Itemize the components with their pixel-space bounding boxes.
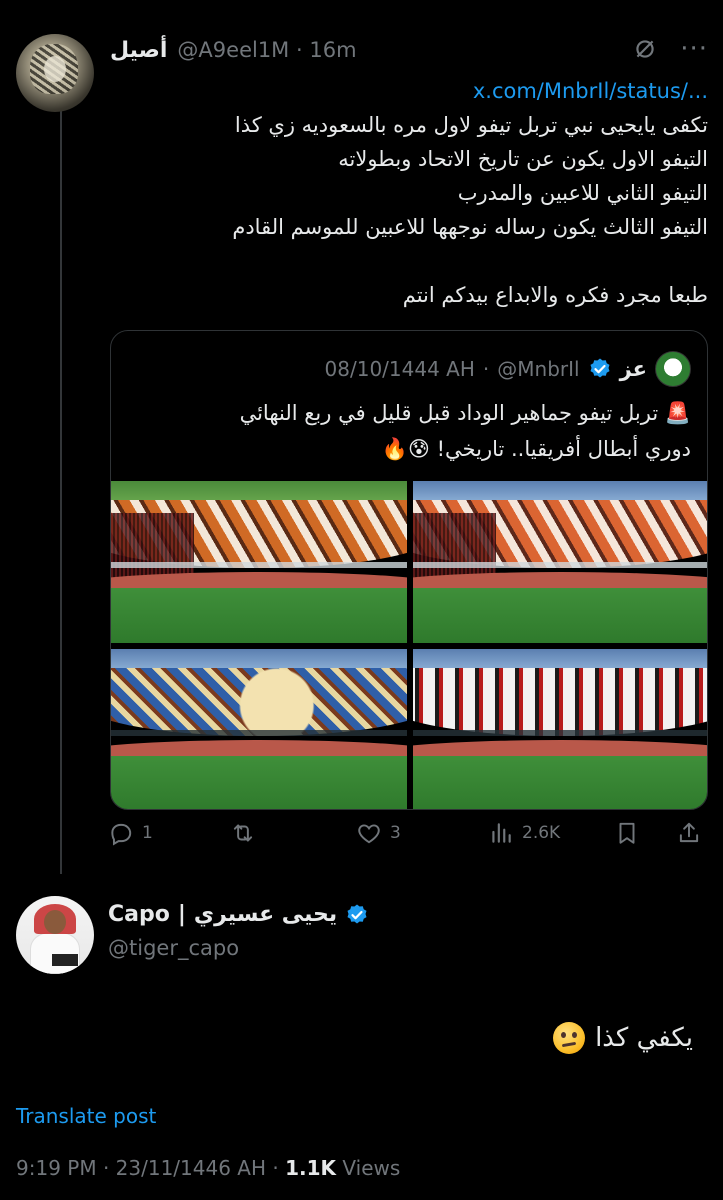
post-body: x.com/MnbrIl/status/... تكفى يايحيى نبي … — [110, 74, 708, 312]
reply-button[interactable]: 1 — [108, 820, 153, 846]
quoted-separator: · — [482, 357, 490, 381]
tifo-photo-3[interactable] — [111, 649, 407, 809]
reply-name-latin: Capo — [108, 902, 170, 927]
heart-icon — [358, 824, 380, 844]
quoted-line-2: دوري أبطال أفريقيا.. تاريخي! 😰🔥 — [381, 437, 691, 461]
post-line-3: التيفو الثاني للاعبين والمدرب — [457, 181, 708, 205]
quoted-line-1: 🚨 تربل تيفو جماهير الوداد قبل قليل في رب… — [239, 401, 691, 425]
post-footer-views-label: Views — [342, 1156, 401, 1180]
like-count: 3 — [390, 823, 401, 843]
post-line-4: التيفو الثالث يكون رساله نوجهها للاعبين … — [232, 215, 708, 239]
post-footer-views-count[interactable]: 1.1K — [285, 1156, 336, 1180]
quoted-date: 08/10/1444 AH — [324, 357, 475, 381]
post-line-5: طبعا مجرد فكره والابداع بيدكم انتم — [402, 283, 708, 307]
author-display-name[interactable]: أصيل — [110, 38, 167, 63]
quoted-post-text: 🚨 تربل تيفو جماهير الوداد قبل قليل في رب… — [131, 395, 691, 467]
translate-post-link[interactable]: Translate post — [16, 1104, 156, 1128]
footer-separator-2: · — [272, 1156, 279, 1180]
post-link[interactable]: x.com/MnbrIl/status/... — [110, 74, 708, 108]
reply-name-separator: | — [177, 902, 186, 927]
bookmark-icon — [619, 822, 635, 844]
verified-badge-icon — [590, 358, 610, 378]
share-icon — [679, 822, 699, 843]
reply-author-handle[interactable]: @tiger_capo — [108, 936, 239, 960]
share-button[interactable] — [676, 820, 702, 846]
author-meta: @A9eel1M · 16m — [177, 38, 356, 62]
post-footer-time[interactable]: 9:19 PM — [16, 1156, 97, 1180]
repost-button[interactable] — [230, 820, 264, 846]
tifo-photo-2[interactable] — [413, 481, 707, 643]
quoted-display-name: عز — [619, 357, 647, 381]
tifo-photo-1[interactable] — [111, 481, 407, 643]
repost-icon — [233, 824, 253, 842]
post-header: أصيل @A9eel1M · 16m ··· — [110, 34, 708, 66]
views-button[interactable]: 2.6K — [488, 820, 560, 846]
quoted-avatar — [655, 351, 691, 387]
post-time[interactable]: 16m — [309, 38, 356, 62]
post-header-icons: ··· — [632, 36, 708, 62]
quoted-post-card[interactable]: 08/10/1444 AH · @MnbrIl عز 🚨 تربل تيفو ج… — [110, 330, 708, 810]
reply-body: يكفي كذا — [553, 1022, 693, 1054]
tifo-photo-4[interactable] — [413, 649, 707, 809]
thread-connector-line — [60, 104, 62, 874]
views-count: 2.6K — [522, 823, 561, 843]
post-action-bar: 1 3 2.6K — [108, 820, 708, 856]
author-avatar[interactable] — [16, 34, 94, 112]
reply-count: 1 — [142, 823, 153, 843]
footer-separator: · — [102, 1156, 110, 1180]
verified-badge-icon — [347, 904, 367, 923]
quoted-post-header: 08/10/1444 AH · @MnbrIl عز — [325, 351, 691, 387]
post-footer-date[interactable]: 23/11/1446 AH — [116, 1156, 266, 1180]
quoted-handle: @MnbrIl — [497, 357, 580, 381]
meta-separator: · — [296, 38, 303, 62]
author-handle[interactable]: @A9eel1M — [177, 38, 289, 62]
post-footer-meta: 9:19 PM · 23/11/1446 AH · 1.1K Views — [16, 1156, 400, 1180]
post-line-1: تكفى يايحيى نبي تربل تيفو لاول مره بالسع… — [234, 113, 708, 137]
post-line-2: التيفو الاول يكون عن تاريخ الاتحاد وبطول… — [338, 147, 708, 171]
reply-author-name[interactable]: Capo | يحيى عسيري — [108, 902, 369, 927]
analytics-icon — [492, 823, 511, 843]
grok-icon[interactable] — [632, 36, 658, 62]
reply-author-avatar[interactable] — [16, 896, 94, 974]
quoted-media-grid — [111, 481, 707, 809]
like-button[interactable]: 3 — [356, 820, 401, 846]
reply-icon — [111, 823, 132, 846]
reply-text: يكفي كذا — [595, 1023, 693, 1053]
reply-name-arabic: يحيى عسيري — [193, 902, 338, 927]
bookmark-button[interactable] — [614, 820, 640, 846]
thinking-face-icon — [553, 1022, 586, 1054]
more-icon[interactable]: ··· — [680, 36, 708, 62]
